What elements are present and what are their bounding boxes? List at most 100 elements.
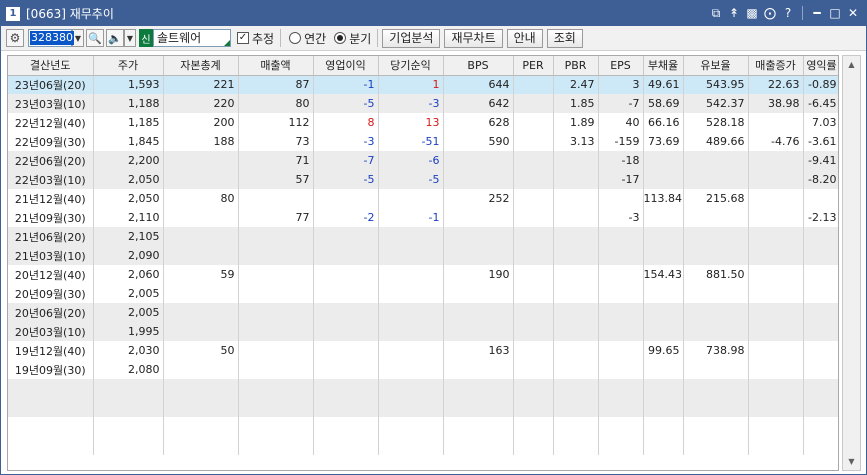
finance-chart-button[interactable]: 재무차트 xyxy=(444,28,503,48)
column-header[interactable]: 매출증가 xyxy=(748,56,804,76)
table-row[interactable]: 21년09월(30) 2,110 77 -2 -1 -3 -2.13 xyxy=(8,208,838,227)
search-icon[interactable]: 🔍 xyxy=(86,29,104,47)
table-row[interactable] xyxy=(8,436,838,455)
column-header[interactable]: 결산년도 xyxy=(8,56,94,76)
table-row[interactable]: 20년09월(30) 2,005 xyxy=(8,284,838,303)
column-header[interactable]: 자본총계 xyxy=(163,56,239,76)
table-cell: 881.50 xyxy=(683,265,749,284)
stock-name-field[interactable]: 솔트웨어 xyxy=(153,29,231,47)
table-cell xyxy=(513,246,554,265)
table-cell: -159 xyxy=(598,132,644,151)
table-cell xyxy=(163,284,239,303)
table-cell: 1,845 xyxy=(93,132,164,151)
column-header[interactable]: 매출액 xyxy=(238,56,314,76)
stock-name-text: 솔트웨어 xyxy=(157,31,202,45)
table-cell xyxy=(378,189,444,208)
table-cell xyxy=(683,360,749,379)
toolbar: ⚙ 328380 ▼ 🔍 🔈 ▼ 신 솔트웨어 ✓ 추정 연간 분기 기업분석 … xyxy=(1,26,866,51)
table-row[interactable] xyxy=(8,398,838,417)
table-cell: -8.20 xyxy=(803,170,838,189)
speaker-dropdown-button[interactable]: ▼ xyxy=(124,29,136,47)
table-row[interactable]: 22년09월(30) 1,845 188 73 -3 -51 590 3.13 -159 73.6… xyxy=(8,132,838,151)
table-cell xyxy=(803,227,838,246)
speaker-icon[interactable]: 🔈 xyxy=(106,29,124,47)
table-cell xyxy=(683,379,749,398)
scroll-down-icon[interactable]: ▼ xyxy=(843,453,860,470)
column-header[interactable]: 주가 xyxy=(93,56,164,76)
vertical-scrollbar[interactable]: ▲ ▼ xyxy=(842,55,861,471)
pin-top-icon[interactable]: ↟ xyxy=(727,5,741,21)
quarter-radio[interactable] xyxy=(334,32,347,44)
table-cell xyxy=(513,436,554,455)
table-row[interactable]: 19년12월(40) 2,030 50 163 99.65 738.98 xyxy=(8,341,838,360)
table-cell xyxy=(163,208,239,227)
table-cell: 163 xyxy=(443,341,514,360)
table-cell xyxy=(238,436,314,455)
table-cell xyxy=(513,113,554,132)
table-row[interactable]: 20년06월(20) 2,005 xyxy=(8,303,838,322)
table-row[interactable]: 22년03월(10) 2,050 57 -5 -5 -17 -8.20 xyxy=(8,170,838,189)
table-cell: 542.37 xyxy=(683,94,749,113)
column-header[interactable]: 영익률 xyxy=(803,56,838,76)
table-cell xyxy=(803,246,838,265)
table-row[interactable] xyxy=(8,379,838,398)
table-cell xyxy=(443,398,514,417)
annual-radio[interactable] xyxy=(289,32,302,44)
table-cell xyxy=(683,208,749,227)
title-bar-icons: ⧉ ↟ ▩ ⨀ ? ━ □ ✕ xyxy=(709,5,860,21)
close-icon[interactable]: ✕ xyxy=(846,5,860,21)
table-cell: 2,105 xyxy=(93,227,164,246)
table-row[interactable] xyxy=(8,417,838,436)
column-header[interactable]: EPS xyxy=(598,56,644,76)
screen-capture-icon[interactable]: ▩ xyxy=(745,5,759,21)
column-header[interactable]: 부채율 xyxy=(643,56,684,76)
column-header[interactable]: PER xyxy=(513,56,554,76)
table-cell: -3 xyxy=(598,208,644,227)
column-header[interactable]: PBR xyxy=(553,56,599,76)
table-cell: 590 xyxy=(443,132,514,151)
query-button[interactable]: 조회 xyxy=(546,28,583,48)
maximize-icon[interactable]: □ xyxy=(828,5,842,21)
table-row[interactable]: 22년12월(40) 1,185 200 112 8 13 628 1.89 40 66.16 52… xyxy=(8,113,838,132)
minimize-icon[interactable]: ━ xyxy=(810,5,824,21)
table-row[interactable]: 20년03월(10) 1,995 xyxy=(8,322,838,341)
table-row[interactable]: 21년03월(10) 2,090 xyxy=(8,246,838,265)
table-cell xyxy=(313,284,379,303)
table-cell xyxy=(513,265,554,284)
table-cell xyxy=(803,303,838,322)
scroll-up-icon[interactable]: ▲ xyxy=(843,56,860,73)
title-bar[interactable]: 1 [0663] 재무추이 ⧉ ↟ ▩ ⨀ ? ━ □ ✕ xyxy=(1,1,866,26)
table-cell xyxy=(513,341,554,360)
table-row[interactable]: 20년12월(40) 2,060 59 190 154.43 881.50 xyxy=(8,265,838,284)
column-header[interactable]: 당기순익 xyxy=(378,56,444,76)
table-cell: 188 xyxy=(163,132,239,151)
settings-gear-icon[interactable]: ⚙ xyxy=(6,29,24,47)
company-analysis-button[interactable]: 기업분석 xyxy=(382,28,441,48)
table-cell xyxy=(683,170,749,189)
stock-code-input[interactable]: 328380 xyxy=(28,29,74,47)
table-cell xyxy=(163,246,239,265)
table-cell xyxy=(238,265,314,284)
table-cell xyxy=(378,265,444,284)
column-header[interactable]: BPS xyxy=(443,56,514,76)
table-row[interactable]: 23년03월(10) 1,188 220 80 -5 -3 642 1.85 -7 58.69 54… xyxy=(8,94,838,113)
table-cell xyxy=(513,208,554,227)
table-row[interactable]: 22년06월(20) 2,200 71 -7 -6 -18 -9.41 xyxy=(8,151,838,170)
table-cell xyxy=(8,436,94,455)
column-header[interactable]: 영업이익 xyxy=(313,56,379,76)
thumbtack-icon[interactable]: ⨀ xyxy=(763,5,777,21)
table-row[interactable]: 23년06월(20) 1,593 221 87 -1 1 644 2.47 3 49.61 543.… xyxy=(8,75,838,94)
table-cell xyxy=(313,227,379,246)
column-header[interactable]: 유보율 xyxy=(683,56,749,76)
estimate-checkbox[interactable]: ✓ xyxy=(237,32,249,44)
financial-data-grid[interactable]: 결산년도 주가 자본총계 매출액 영업이익 당기순익 BPS PER PBR EPS 부채율 유보율 매… xyxy=(7,55,839,471)
table-row[interactable]: 21년12월(40) 2,050 80 252 113.84 215.68 xyxy=(8,189,838,208)
table-row[interactable]: 19년09월(30) 2,080 xyxy=(8,360,838,379)
table-cell xyxy=(748,322,804,341)
help-icon[interactable]: ? xyxy=(781,5,795,21)
table-cell: 38.98 xyxy=(748,94,804,113)
table-cell: 2,005 xyxy=(93,284,164,303)
guide-button[interactable]: 안내 xyxy=(506,28,543,48)
link-window-icon[interactable]: ⧉ xyxy=(709,5,723,21)
table-row[interactable]: 21년06월(20) 2,105 xyxy=(8,227,838,246)
